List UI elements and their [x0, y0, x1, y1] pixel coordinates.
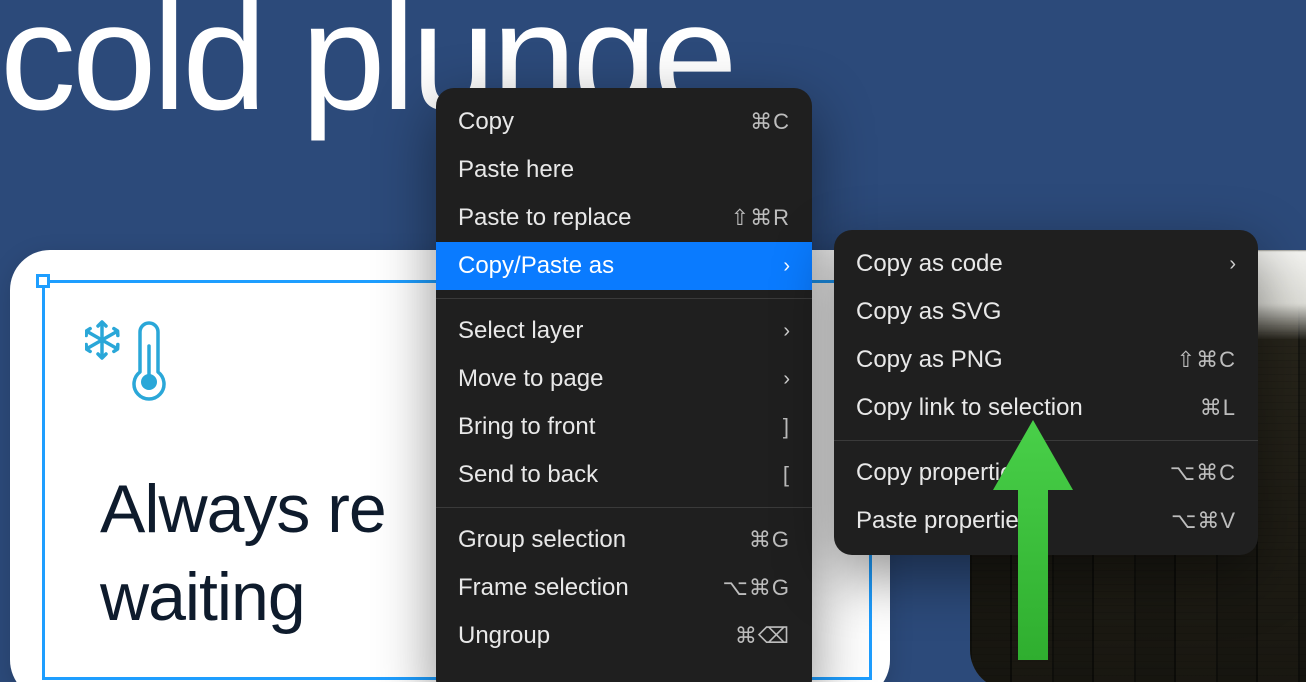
menu-item-paste-properties[interactable]: Paste properties ⌥⌘V — [834, 497, 1258, 545]
menu-item-group-selection[interactable]: Group selection ⌘G — [436, 516, 812, 564]
context-menu: Copy ⌘C Paste here Paste to replace ⇧⌘R … — [436, 88, 812, 682]
menu-item-label: Copy properties — [856, 459, 1025, 487]
menu-item-label: Copy/Paste as — [458, 252, 614, 280]
menu-item-shortcut: ⌘G — [749, 527, 790, 553]
menu-item-copy-as-png[interactable]: Copy as PNG ⇧⌘C — [834, 336, 1258, 384]
menu-item-select-layer[interactable]: Select layer › — [436, 307, 812, 355]
chevron-right-icon: › — [1229, 253, 1236, 276]
menu-item-label: Frame selection — [458, 574, 629, 602]
menu-item-copy-paste-as[interactable]: Copy/Paste as › — [436, 242, 812, 290]
selection-handle-top-left[interactable] — [36, 274, 50, 288]
menu-separator — [436, 298, 812, 299]
menu-item-label: Group selection — [458, 526, 626, 554]
menu-item-copy-properties[interactable]: Copy properties ⌥⌘C — [834, 449, 1258, 497]
menu-item-shortcut: ⇧⌘C — [1177, 347, 1236, 373]
menu-item-label: Copy link to selection — [856, 394, 1083, 422]
menu-item-shortcut: ⌘⌫ — [735, 623, 790, 649]
menu-item-shortcut: ⌥⌘G — [723, 575, 790, 601]
menu-separator — [436, 507, 812, 508]
card-heading-text: Always re waiting — [100, 465, 386, 642]
menu-item-copy[interactable]: Copy ⌘C — [436, 98, 812, 146]
design-canvas[interactable]: cold plunge Always re — [0, 0, 1306, 682]
menu-item-frame-selection[interactable]: Frame selection ⌥⌘G — [436, 564, 812, 612]
menu-item-shortcut: ⌥⌘C — [1170, 460, 1236, 486]
menu-separator — [834, 440, 1258, 441]
menu-item-label: Send to back — [458, 461, 598, 489]
menu-item-shortcut: ⌥⌘V — [1171, 508, 1236, 534]
chevron-right-icon: › — [783, 255, 790, 278]
context-submenu-copy-paste-as: Copy as code › Copy as SVG Copy as PNG ⇧… — [834, 230, 1258, 555]
menu-item-ungroup[interactable]: Ungroup ⌘⌫ — [436, 612, 812, 660]
chevron-right-icon: › — [783, 368, 790, 391]
menu-item-label: Copy as PNG — [856, 346, 1003, 374]
menu-item-shortcut: ⌘L — [1200, 395, 1236, 421]
menu-item-shortcut: [ — [783, 462, 790, 488]
menu-item-copy-as-code[interactable]: Copy as code › — [834, 240, 1258, 288]
menu-item-copy-link-to-selection[interactable]: Copy link to selection ⌘L — [834, 384, 1258, 432]
menu-item-label: Paste to replace — [458, 204, 631, 232]
cold-thermometer-icon — [85, 320, 169, 404]
menu-item-paste-to-replace[interactable]: Paste to replace ⇧⌘R — [436, 194, 812, 242]
menu-item-shortcut: ⌘C — [750, 109, 790, 135]
menu-item-bring-to-front[interactable]: Bring to front ] — [436, 403, 812, 451]
chevron-right-icon: › — [783, 320, 790, 343]
menu-item-label: Bring to front — [458, 413, 595, 441]
menu-item-label: Move to page — [458, 365, 603, 393]
menu-item-send-to-back[interactable]: Send to back [ — [436, 451, 812, 499]
menu-item-label: Select layer — [458, 317, 583, 345]
menu-item-label: Copy as code — [856, 250, 1003, 278]
menu-item-label: Copy — [458, 108, 514, 136]
menu-item-label: Ungroup — [458, 622, 550, 650]
menu-item-label: Paste here — [458, 156, 574, 184]
menu-item-label: Copy as SVG — [856, 298, 1001, 326]
menu-item-move-to-page[interactable]: Move to page › — [436, 355, 812, 403]
menu-item-copy-as-svg[interactable]: Copy as SVG — [834, 288, 1258, 336]
menu-item-paste-here[interactable]: Paste here — [436, 146, 812, 194]
menu-item-shortcut: ] — [783, 414, 790, 440]
menu-item-label: Paste properties — [856, 507, 1031, 535]
menu-item-shortcut: ⇧⌘R — [731, 205, 790, 231]
